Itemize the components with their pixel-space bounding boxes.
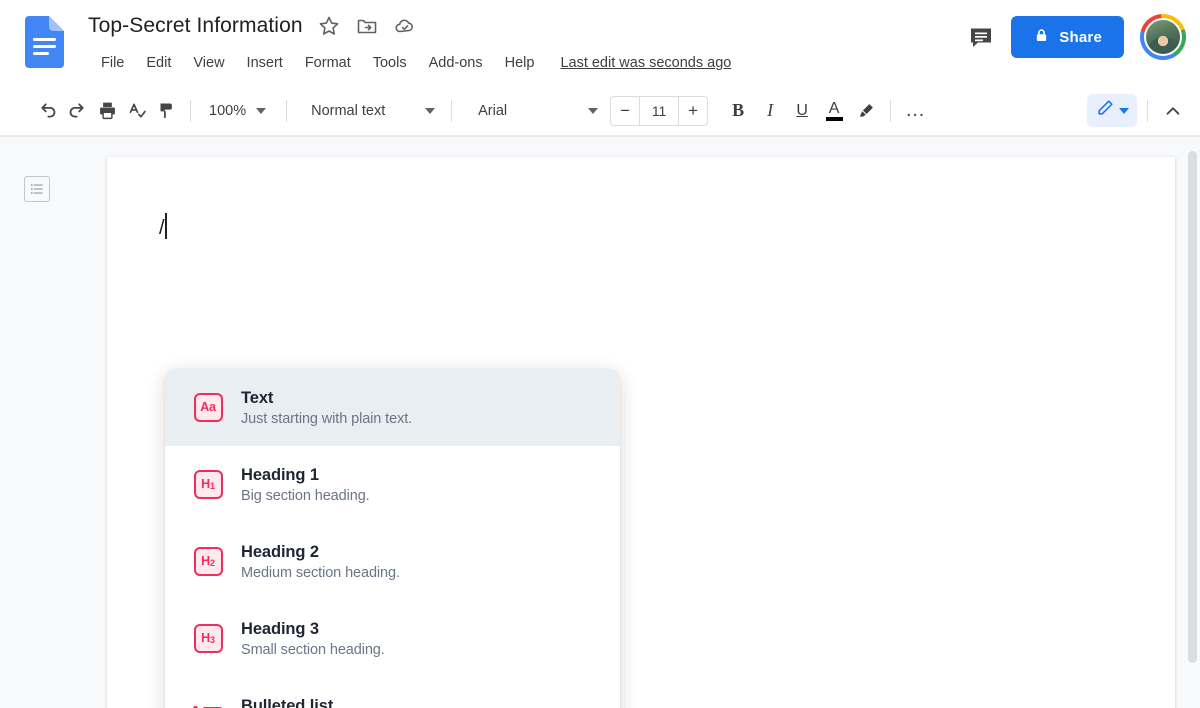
font-family-value: Arial bbox=[478, 102, 508, 119]
editing-pencil-icon bbox=[1095, 98, 1115, 123]
menu-add-ons[interactable]: Add-ons bbox=[418, 52, 494, 74]
menu-edit[interactable]: Edit bbox=[135, 52, 182, 74]
slash-menu-item-title: Heading 1 bbox=[241, 465, 319, 484]
zoom-value: 100% bbox=[209, 102, 247, 119]
lock-icon bbox=[1033, 27, 1050, 48]
slash-menu-item-title: Bulleted list bbox=[241, 696, 334, 708]
tag-sub: 3 bbox=[210, 635, 215, 645]
paragraph-style-value: Normal text bbox=[311, 102, 386, 119]
star-icon[interactable] bbox=[317, 14, 341, 38]
font-size-input[interactable]: 11 bbox=[639, 96, 680, 125]
formatting-toolbar: 100% Normal text Arial − 11 + B I U A … bbox=[0, 86, 1200, 136]
font-size-stepper: − 11 + bbox=[610, 95, 709, 126]
chevron-down-icon bbox=[1119, 107, 1129, 114]
text-tag-icon: Aa bbox=[193, 393, 223, 423]
slash-menu-item-title: Heading 3 bbox=[241, 619, 319, 638]
heading-2-tag-icon: H2 bbox=[193, 547, 223, 577]
slash-menu-item-description: Just starting with plain text. bbox=[241, 410, 413, 427]
last-edit-status[interactable]: Last edit was seconds ago bbox=[560, 55, 731, 71]
toolbar-divider bbox=[451, 99, 453, 122]
text-color-swatch bbox=[825, 116, 843, 121]
zoom-select[interactable]: 100% bbox=[205, 96, 270, 126]
tag-sub: 1 bbox=[210, 481, 215, 491]
header-actions: Share bbox=[967, 14, 1186, 60]
slash-menu-item-heading-2[interactable]: H2 Heading 2 Medium section heading. bbox=[165, 523, 620, 600]
typed-slash-text: / bbox=[159, 217, 165, 239]
toolbar-divider bbox=[190, 99, 191, 122]
text-cursor bbox=[165, 213, 167, 239]
scrollbar-thumb[interactable] bbox=[1188, 151, 1197, 663]
highlight-pen-icon[interactable] bbox=[850, 96, 882, 126]
chevron-down-icon bbox=[588, 107, 599, 114]
menu-view[interactable]: View bbox=[182, 52, 235, 74]
chevron-down-icon bbox=[425, 107, 436, 114]
slash-menu-item-heading-1[interactable]: H1 Heading 1 Big section heading. bbox=[165, 446, 620, 523]
tag-sub: 2 bbox=[210, 558, 215, 568]
slash-menu-item-text[interactable]: Aa Text Just starting with plain text. bbox=[165, 369, 620, 446]
italic-button[interactable]: I bbox=[754, 96, 786, 126]
font-size-decrease-button[interactable]: − bbox=[611, 97, 639, 125]
toolbar-divider bbox=[286, 99, 288, 122]
app-header: Top-Secret Information File Edit View In… bbox=[0, 0, 1200, 86]
google-docs-logo-icon[interactable] bbox=[24, 16, 64, 68]
share-button[interactable]: Share bbox=[1011, 16, 1124, 58]
share-button-label: Share bbox=[1059, 28, 1102, 46]
slash-menu-item-bulleted-list[interactable]: Bulleted list Create a simple bulleted l… bbox=[165, 677, 620, 708]
vertical-scrollbar[interactable] bbox=[1185, 137, 1200, 708]
more-options-button[interactable]: … bbox=[899, 96, 931, 126]
font-size-increase-button[interactable]: + bbox=[679, 97, 707, 125]
slash-menu-item-description: Medium section heading. bbox=[241, 564, 400, 581]
menu-file[interactable]: File bbox=[90, 52, 135, 74]
slash-menu-item-description: Small section heading. bbox=[241, 641, 385, 658]
toolbar-divider bbox=[1147, 99, 1148, 122]
menu-help[interactable]: Help bbox=[494, 52, 546, 74]
heading-3-tag-icon: H3 bbox=[193, 624, 223, 654]
page-title[interactable]: Top-Secret Information bbox=[88, 14, 303, 38]
avatar[interactable] bbox=[1140, 14, 1186, 60]
menu-bar: File Edit View Insert Format Tools Add-o… bbox=[90, 52, 731, 74]
slash-menu-item-description: Big section heading. bbox=[241, 487, 370, 504]
menu-format[interactable]: Format bbox=[294, 52, 362, 74]
document-canvas: / Aa Text Just starting with plain text.… bbox=[0, 137, 1200, 708]
menu-insert[interactable]: Insert bbox=[236, 52, 294, 74]
paragraph-style-select[interactable]: Normal text bbox=[307, 96, 439, 126]
comment-history-icon[interactable] bbox=[967, 23, 995, 51]
slash-menu-item-title: Heading 2 bbox=[241, 542, 319, 561]
show-document-outline-icon[interactable] bbox=[24, 176, 50, 202]
heading-1-tag-icon: H1 bbox=[193, 470, 223, 500]
collapse-toolbar-icon[interactable] bbox=[1158, 96, 1188, 126]
document-title-row: Top-Secret Information bbox=[88, 14, 417, 38]
slash-menu-item-title: Text bbox=[241, 388, 274, 407]
move-to-folder-icon[interactable] bbox=[355, 14, 379, 38]
tag-label: Aa bbox=[200, 400, 216, 415]
editing-mode-button[interactable] bbox=[1087, 94, 1137, 127]
text-color-label: A bbox=[828, 99, 840, 117]
font-family-select[interactable]: Arial bbox=[474, 96, 602, 126]
underline-button[interactable]: U bbox=[786, 96, 818, 126]
toolbar-right-group bbox=[1087, 94, 1200, 127]
redo-icon[interactable] bbox=[62, 96, 92, 126]
menu-tools[interactable]: Tools bbox=[362, 52, 418, 74]
bulleted-list-icon bbox=[193, 701, 223, 708]
tag-label: H bbox=[201, 631, 210, 646]
slash-menu-item-heading-3[interactable]: H3 Heading 3 Small section heading. bbox=[165, 600, 620, 677]
tag-label: H bbox=[201, 554, 210, 569]
chevron-down-icon bbox=[256, 107, 267, 114]
tag-label: H bbox=[201, 477, 210, 492]
spellcheck-icon[interactable] bbox=[122, 96, 152, 126]
undo-icon[interactable] bbox=[32, 96, 62, 126]
bold-button[interactable]: B bbox=[722, 96, 754, 126]
paint-format-icon[interactable] bbox=[152, 96, 182, 126]
text-color-button[interactable]: A bbox=[818, 96, 850, 126]
slash-command-menu: Aa Text Just starting with plain text. H… bbox=[165, 369, 620, 708]
cloud-saved-icon[interactable] bbox=[393, 14, 417, 38]
print-icon[interactable] bbox=[92, 96, 122, 126]
avatar-photo bbox=[1144, 18, 1182, 56]
toolbar-divider bbox=[890, 99, 892, 122]
